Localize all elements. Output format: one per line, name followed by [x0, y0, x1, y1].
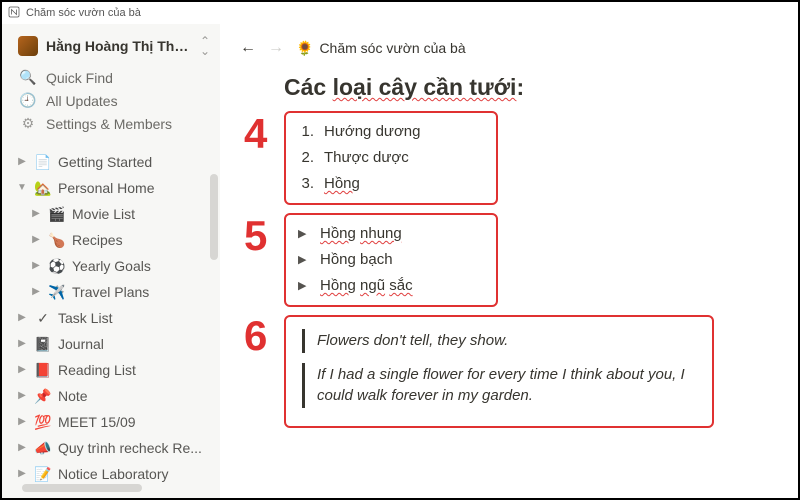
sunflower-icon: 🌻	[296, 40, 313, 57]
numbered-list-item[interactable]: 2.Thược dược	[298, 145, 484, 171]
triangle-right-icon[interactable]: ▶	[16, 411, 28, 433]
main-area: ← → 🌻 Chăm sóc vườn của bà Các loại cây …	[220, 24, 798, 498]
sidebar-page-movie-list[interactable]: ▶ 🎬 Movie List	[12, 201, 216, 227]
sidebar-page-getting-started[interactable]: ▶ 📄 Getting Started	[12, 149, 216, 175]
sidebar-scrollbar-vertical[interactable]	[210, 174, 218, 260]
annotation-number-6: 6	[244, 312, 267, 360]
triangle-right-icon[interactable]: ▶	[16, 307, 28, 329]
workspace-avatar	[18, 36, 38, 56]
sidebar-page-yearly-goals[interactable]: ▶ ⚽ Yearly Goals	[12, 253, 216, 279]
annotation-box-5: ▶Hồng nhung ▶Hồng bạch ▶Hồng ngũ sắc	[284, 213, 498, 307]
hundred-icon: 💯	[34, 411, 52, 433]
check-icon: ✓	[34, 307, 52, 329]
unfold-icon: ⌃⌄	[200, 36, 210, 56]
pushpin-icon: 📌	[34, 385, 52, 407]
topbar: ← → 🌻 Chăm sóc vườn của bà	[220, 34, 798, 62]
triangle-right-icon[interactable]: ▶	[16, 151, 28, 173]
triangle-right-icon[interactable]: ▶	[16, 463, 28, 485]
numbered-list-item[interactable]: 3.Hồng	[298, 171, 484, 197]
notebook-icon: 📓	[34, 333, 52, 355]
triangle-right-icon[interactable]: ▶	[30, 203, 42, 225]
page-icon: 📄	[34, 151, 52, 173]
numbered-list-item[interactable]: 1.Hướng dương	[298, 119, 484, 145]
toggle-block[interactable]: ▶Hồng nhung	[298, 221, 484, 247]
sidebar-page-journal[interactable]: ▶ 📓 Journal	[12, 331, 216, 357]
breadcrumb[interactable]: 🌻 Chăm sóc vườn của bà	[296, 40, 466, 57]
sidebar-page-personal-home[interactable]: ▼ 🏡 Personal Home	[12, 175, 216, 201]
triangle-right-icon[interactable]: ▶	[16, 437, 28, 459]
spell-underlined-text: loại cây cần tưới	[333, 74, 517, 100]
triangle-right-icon[interactable]: ▶	[298, 247, 310, 273]
house-icon: 🏡	[34, 177, 52, 199]
megaphone-icon: 📣	[34, 437, 52, 459]
sidebar-scrollbar-horizontal[interactable]	[22, 484, 142, 492]
annotation-box-4: 1.Hướng dương 2.Thược dược 3.Hồng	[284, 111, 498, 205]
gear-icon: ⚙	[20, 115, 36, 132]
annotation-number-5: 5	[244, 212, 267, 260]
airplane-icon: ✈️	[48, 281, 66, 303]
quick-find-label: Quick Find	[46, 70, 113, 86]
triangle-right-icon[interactable]: ▶	[16, 333, 28, 355]
soccer-icon: ⚽	[48, 255, 66, 277]
clapper-icon: 🎬	[48, 203, 66, 225]
sidebar-page-meet[interactable]: ▶ 💯 MEET 15/09	[12, 409, 216, 435]
sidebar-page-recipes[interactable]: ▶ 🍗 Recipes	[12, 227, 216, 253]
clock-icon: 🕘	[20, 92, 36, 109]
workspace-title: Hằng Hoàng Thị Thúy'...	[46, 38, 192, 54]
quote-block[interactable]: Flowers don't tell, they show.	[302, 329, 696, 353]
triangle-right-icon[interactable]: ▶	[298, 221, 310, 247]
annotation-number-4: 4	[244, 110, 267, 158]
quick-find[interactable]: 🔍 Quick Find	[12, 66, 216, 89]
nav-back-button[interactable]: ←	[240, 39, 256, 57]
window-title: Chăm sóc vườn của bà	[26, 7, 141, 19]
triangle-down-icon[interactable]: ▼	[16, 177, 28, 199]
nav-forward-button[interactable]: →	[268, 39, 284, 57]
sidebar: Hằng Hoàng Thị Thúy'... ⌃⌄ 🔍 Quick Find …	[2, 24, 220, 498]
sidebar-page-reading-list[interactable]: ▶ 📕 Reading List	[12, 357, 216, 383]
settings-members[interactable]: ⚙ Settings & Members	[12, 112, 216, 135]
page-content[interactable]: Các loại cây cần tưới: 1.Hướng dương 2.T…	[220, 62, 798, 428]
toggle-block[interactable]: ▶Hồng ngũ sắc	[298, 273, 484, 299]
sidebar-page-travel-plans[interactable]: ▶ ✈️ Travel Plans	[12, 279, 216, 305]
memo-icon: 📝	[34, 463, 52, 485]
notion-app-icon	[8, 6, 20, 21]
heading-block[interactable]: Các loại cây cần tưới:	[284, 74, 762, 101]
drumstick-icon: 🍗	[48, 229, 66, 251]
window-titlebar: Chăm sóc vườn của bà	[2, 2, 798, 24]
toggle-block[interactable]: ▶Hồng bạch	[298, 247, 484, 273]
book-icon: 📕	[34, 359, 52, 381]
settings-label: Settings & Members	[46, 116, 172, 132]
workspace-switcher[interactable]: Hằng Hoàng Thị Thúy'... ⌃⌄	[12, 32, 216, 60]
triangle-right-icon[interactable]: ▶	[30, 229, 42, 251]
triangle-right-icon[interactable]: ▶	[16, 359, 28, 381]
search-icon: 🔍	[20, 69, 36, 86]
all-updates[interactable]: 🕘 All Updates	[12, 89, 216, 112]
triangle-right-icon[interactable]: ▶	[298, 273, 310, 299]
breadcrumb-title: Chăm sóc vườn của bà	[319, 40, 465, 56]
sidebar-page-quy-trinh[interactable]: ▶ 📣 Quy trình recheck Re...	[12, 435, 216, 461]
annotation-box-6: Flowers don't tell, they show. If I had …	[284, 315, 714, 428]
triangle-right-icon[interactable]: ▶	[30, 281, 42, 303]
sidebar-page-note[interactable]: ▶ 📌 Note	[12, 383, 216, 409]
quote-block[interactable]: If I had a single flower for every time …	[302, 363, 696, 408]
triangle-right-icon[interactable]: ▶	[16, 385, 28, 407]
sidebar-page-task-list[interactable]: ▶ ✓ Task List	[12, 305, 216, 331]
app-frame: Chăm sóc vườn của bà Hằng Hoàng Thị Thúy…	[0, 0, 800, 500]
triangle-right-icon[interactable]: ▶	[30, 255, 42, 277]
all-updates-label: All Updates	[46, 93, 118, 109]
